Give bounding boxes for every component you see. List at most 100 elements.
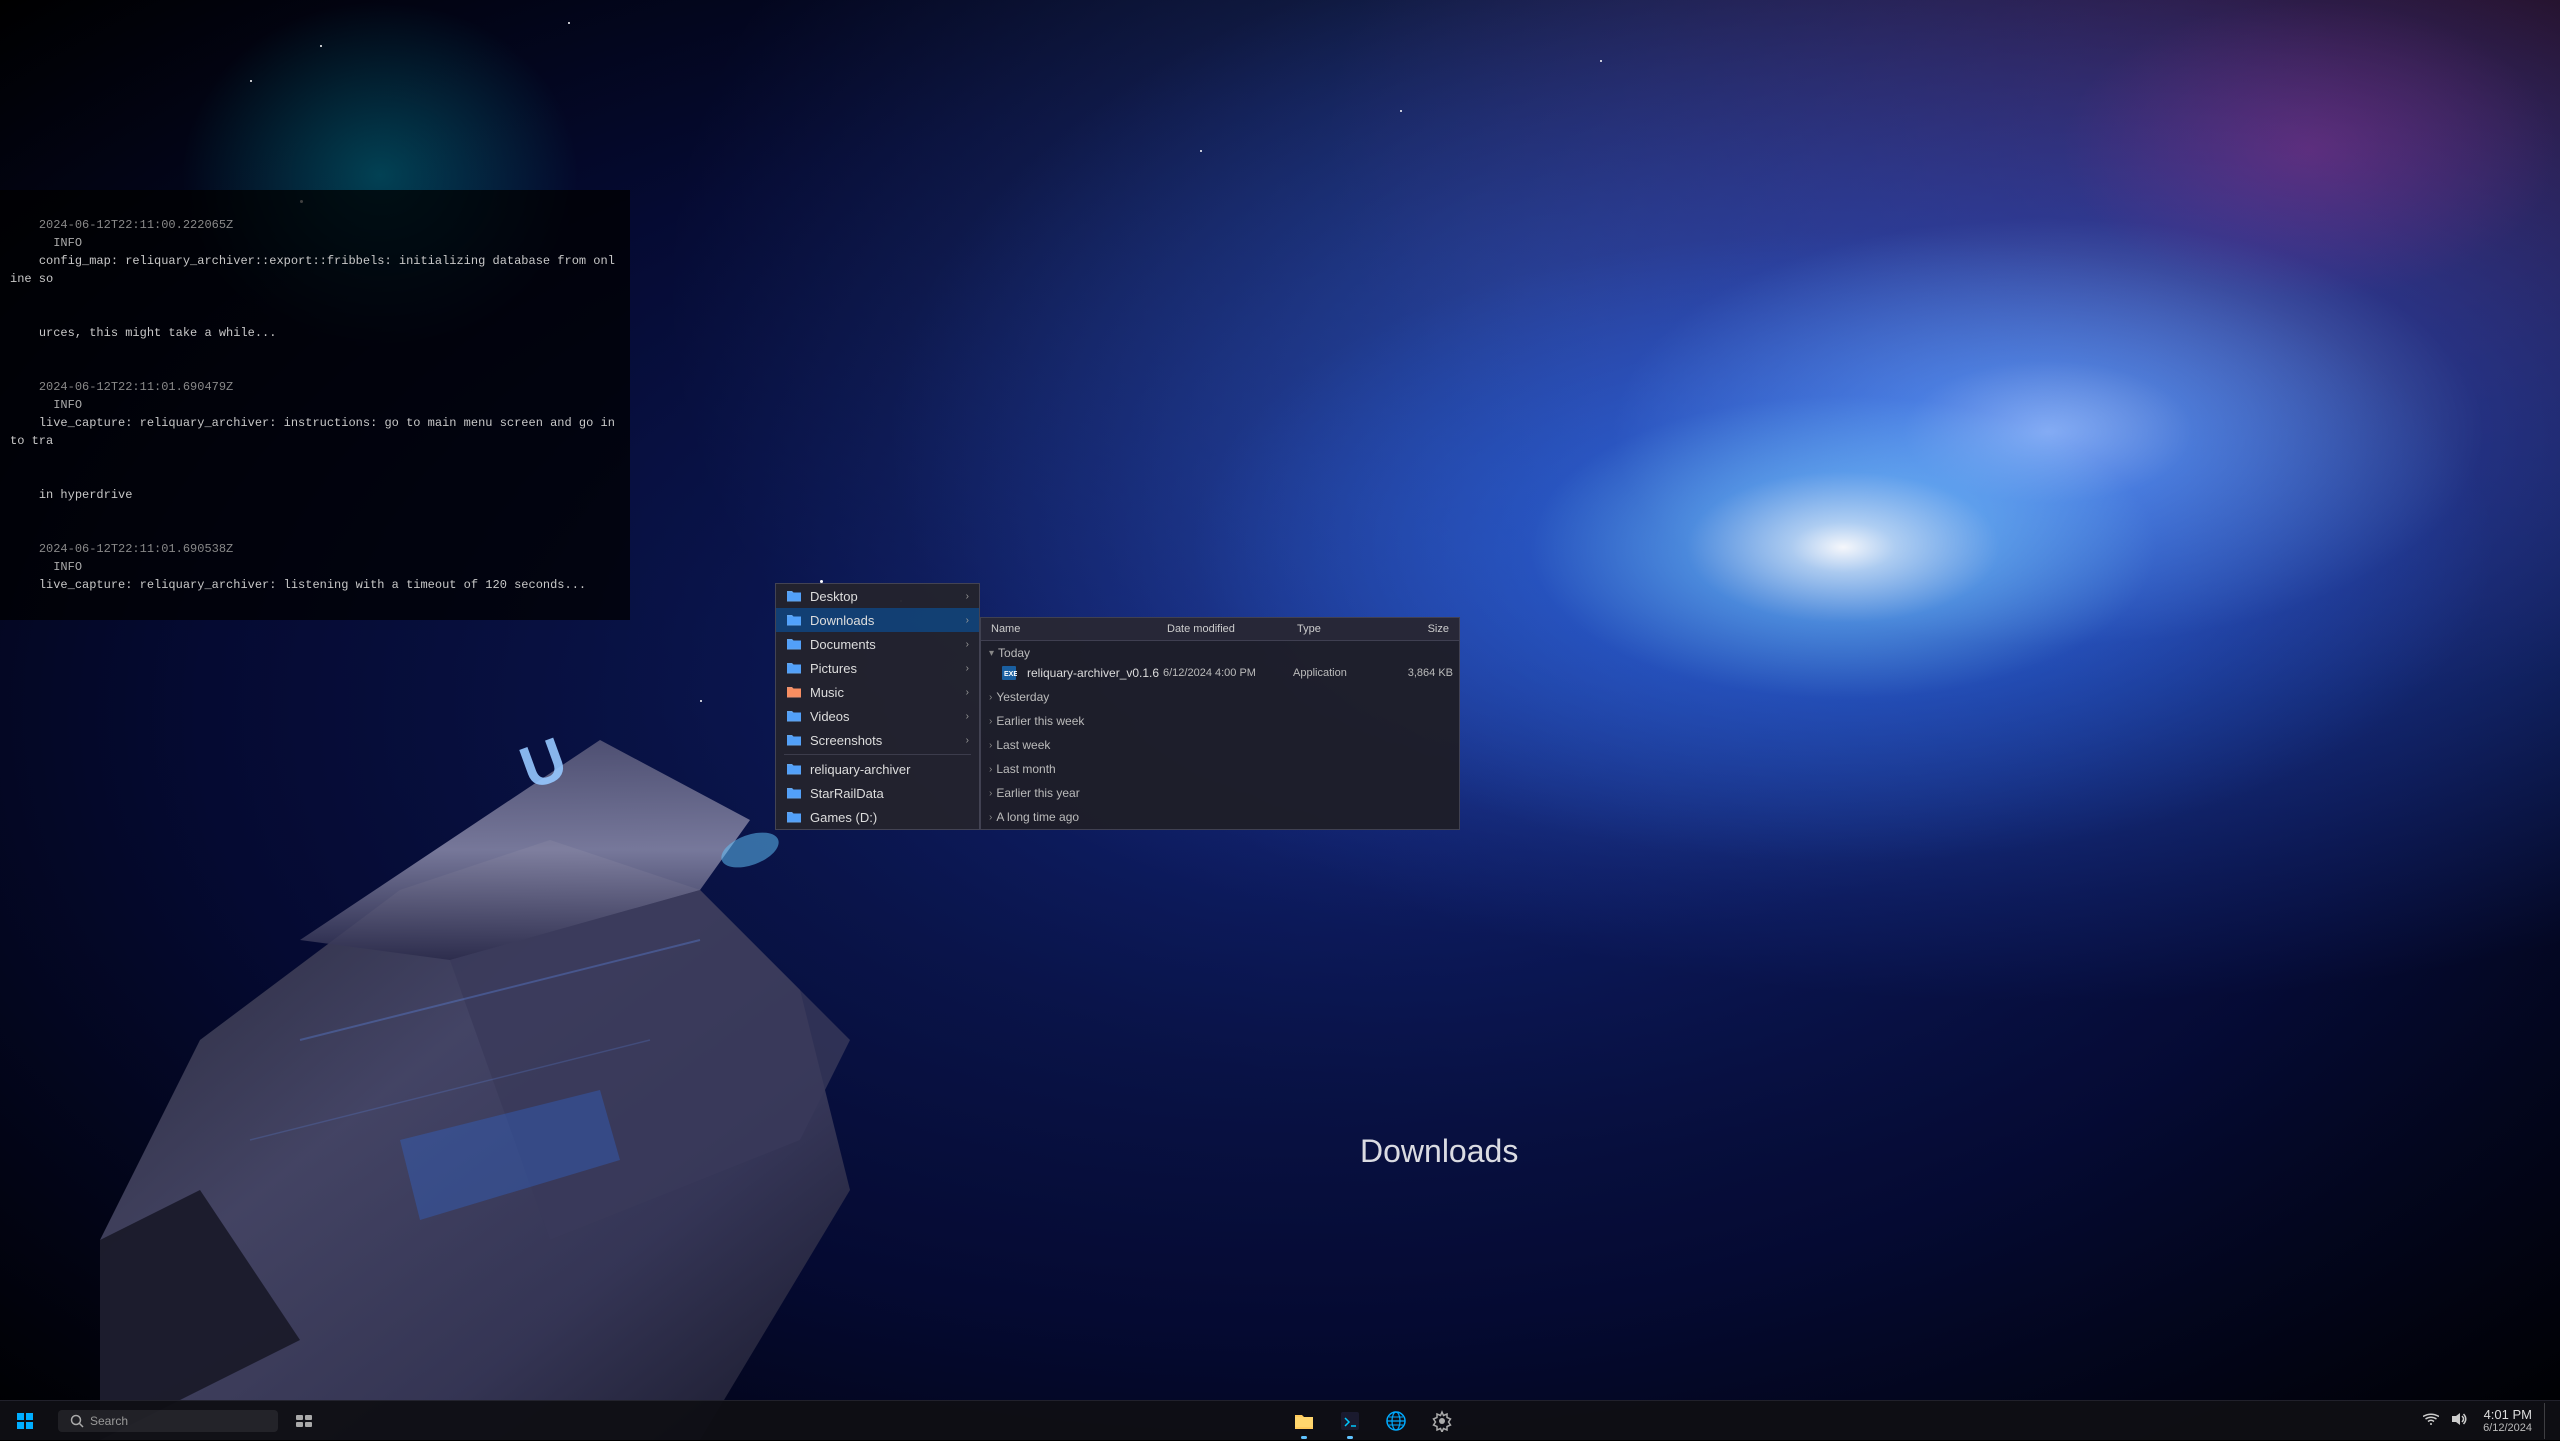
- chevron-right-icon: ›: [989, 740, 992, 751]
- chevron-right-icon: ›: [989, 812, 992, 823]
- col-header-type[interactable]: Type: [1293, 621, 1383, 637]
- chevron-right-icon: ›: [966, 663, 969, 674]
- folder-icon: [786, 588, 802, 604]
- group-header-last-week[interactable]: › Last week: [981, 735, 1459, 755]
- group-label-today: Today: [998, 646, 1030, 660]
- taskbar-app-settings[interactable]: [1420, 1401, 1464, 1441]
- taskbar-clock[interactable]: 4:01 PM 6/12/2024: [2475, 1405, 2540, 1436]
- folder-icon: [786, 660, 802, 676]
- group-label-last-week: Last week: [996, 738, 1050, 752]
- taskbar-app-browser[interactable]: [1374, 1401, 1418, 1441]
- sidebar-item-starraildata[interactable]: StarRailData: [776, 781, 979, 805]
- search-icon: [70, 1414, 84, 1428]
- col-header-name[interactable]: Name: [987, 621, 1163, 637]
- folder-screenshots-icon: [786, 732, 802, 748]
- downloads-desktop-label: Downloads: [1360, 1133, 1518, 1170]
- chevron-down-icon: ▾: [989, 648, 994, 659]
- start-button[interactable]: [0, 1401, 50, 1441]
- file-group-earlier-week: › Earlier this week: [981, 709, 1459, 733]
- chevron-right-icon: ›: [989, 716, 992, 727]
- sidebar-item-videos[interactable]: Videos ›: [776, 704, 979, 728]
- terminal-line-1: 2024-06-12T22:11:00.222065Z INFO config_…: [10, 198, 620, 306]
- task-view-icon: [295, 1414, 313, 1428]
- sidebar-item-games-label: Games (D:): [810, 810, 969, 825]
- sidebar-item-starraildata-label: StarRailData: [810, 786, 969, 801]
- speaker-icon: [2451, 1411, 2467, 1427]
- taskbar-search[interactable]: Search: [58, 1410, 278, 1432]
- network-icon[interactable]: [2419, 1408, 2443, 1433]
- wifi-icon: [2423, 1412, 2439, 1426]
- taskbar-pinned-apps: [326, 1401, 2419, 1441]
- chevron-right-icon: ›: [989, 788, 992, 799]
- file-explorer-icon: [1293, 1410, 1315, 1432]
- folder-icon: [786, 809, 802, 825]
- chevron-right-icon: ›: [966, 687, 969, 698]
- svg-text:U: U: [512, 724, 576, 802]
- taskbar-date: 6/12/2024: [2483, 1422, 2532, 1434]
- sidebar-item-downloads[interactable]: Downloads ›: [776, 608, 979, 632]
- file-group-today: ▾ Today EXE reliquary-archiver_v0.1.6 6/…: [981, 641, 1459, 685]
- sidebar-item-downloads-label: Downloads: [810, 613, 962, 628]
- sidebar-item-music[interactable]: Music ›: [776, 680, 979, 704]
- star: [568, 22, 570, 24]
- file-type-cell: Application: [1293, 667, 1383, 679]
- chevron-right-icon: ›: [966, 591, 969, 602]
- sidebar-item-desktop[interactable]: Desktop ›: [776, 584, 979, 608]
- star: [1400, 110, 1402, 112]
- chevron-right-icon: ›: [966, 639, 969, 650]
- sidebar-item-pictures[interactable]: Pictures ›: [776, 656, 979, 680]
- sidebar-item-documents[interactable]: Documents ›: [776, 632, 979, 656]
- group-header-earlier-week[interactable]: › Earlier this week: [981, 711, 1459, 731]
- chevron-right-icon: ›: [966, 735, 969, 746]
- chevron-right-icon: ›: [989, 764, 992, 775]
- star: [320, 45, 322, 47]
- file-size-cell: 3,864 KB: [1383, 667, 1453, 679]
- volume-icon[interactable]: [2447, 1407, 2471, 1434]
- file-row-reliquary[interactable]: EXE reliquary-archiver_v0.1.6 6/12/2024 …: [981, 663, 1459, 683]
- col-header-size[interactable]: Size: [1383, 621, 1453, 637]
- group-header-earlier-year[interactable]: › Earlier this year: [981, 783, 1459, 803]
- file-group-long-ago: › A long time ago: [981, 805, 1459, 829]
- sidebar-item-games[interactable]: Games (D:): [776, 805, 979, 829]
- file-name-cell: EXE reliquary-archiver_v0.1.6: [1001, 665, 1163, 681]
- file-group-yesterday: › Yesterday: [981, 685, 1459, 709]
- file-list-header: Name Date modified Type Size: [981, 618, 1459, 641]
- folder-icon: [786, 636, 802, 652]
- group-header-long-ago[interactable]: › A long time ago: [981, 807, 1459, 827]
- sidebar-item-videos-label: Videos: [810, 709, 962, 724]
- terminal-window: 2024-06-12T22:11:00.222065Z INFO config_…: [0, 190, 630, 620]
- taskbar-time: 4:01 PM: [2483, 1407, 2532, 1422]
- task-view-button[interactable]: [282, 1401, 326, 1441]
- file-list-panel: Name Date modified Type Size ▾ Today EXE…: [980, 617, 1460, 830]
- chevron-right-icon: ›: [989, 692, 992, 703]
- taskbar-app-file-explorer[interactable]: [1282, 1401, 1326, 1441]
- group-header-today[interactable]: ▾ Today: [981, 643, 1459, 663]
- group-label-earlier-week: Earlier this week: [996, 714, 1084, 728]
- svg-text:EXE: EXE: [1004, 671, 1017, 678]
- terminal-line-2b: in hyperdrive: [10, 468, 620, 522]
- sidebar-item-reliquary[interactable]: reliquary-archiver: [776, 757, 979, 781]
- folder-downloads-icon: [786, 612, 802, 628]
- group-label-yesterday: Yesterday: [996, 690, 1049, 704]
- group-header-yesterday[interactable]: › Yesterday: [981, 687, 1459, 707]
- taskbar-search-label: Search: [90, 1414, 128, 1428]
- chevron-right-icon: ›: [966, 615, 969, 626]
- sidebar-item-screenshots[interactable]: Screenshots ›: [776, 728, 979, 752]
- sidebar-item-documents-label: Documents: [810, 637, 962, 652]
- group-header-last-month[interactable]: › Last month: [981, 759, 1459, 779]
- col-header-date[interactable]: Date modified: [1163, 621, 1293, 637]
- folder-icon: [786, 761, 802, 777]
- file-name-label: reliquary-archiver_v0.1.6: [1027, 666, 1159, 680]
- group-label-earlier-year: Earlier this year: [996, 786, 1079, 800]
- chevron-right-icon: ›: [966, 711, 969, 722]
- browser-icon: [1385, 1410, 1407, 1432]
- terminal-icon: [1340, 1411, 1360, 1431]
- settings-icon: [1431, 1410, 1453, 1432]
- star: [1200, 150, 1202, 152]
- taskbar-app-terminal[interactable]: [1328, 1401, 1372, 1441]
- taskbar-right-area: 4:01 PM 6/12/2024: [2419, 1403, 2560, 1439]
- sidebar-item-reliquary-label: reliquary-archiver: [810, 762, 969, 777]
- panel-divider: [784, 754, 971, 755]
- show-desktop-button[interactable]: [2544, 1403, 2550, 1439]
- file-group-last-month: › Last month: [981, 757, 1459, 781]
